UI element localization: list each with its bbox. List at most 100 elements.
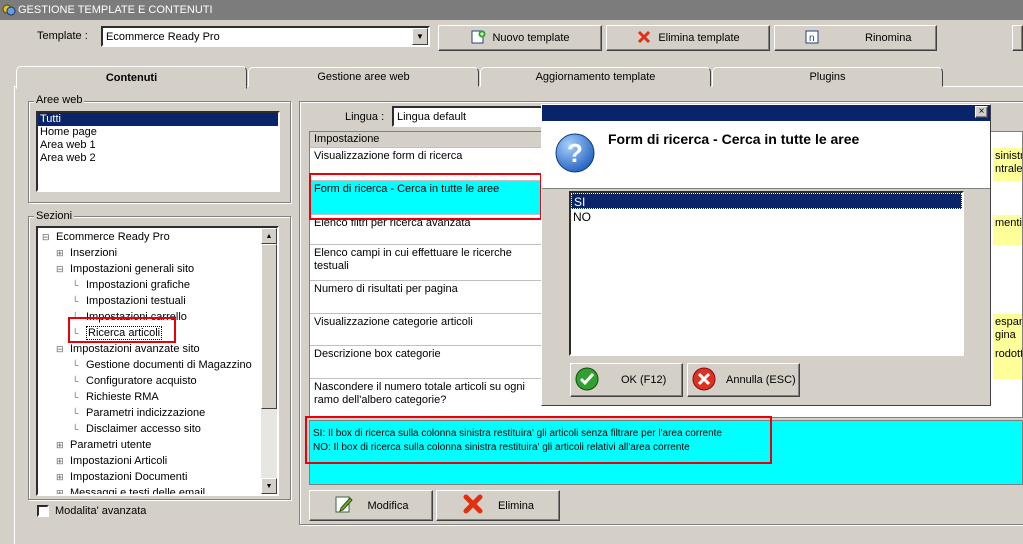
tree-node-label: Impostazioni generali sito	[70, 263, 195, 275]
tree-node[interactable]: ⊞ Messaggi e testi delle email	[38, 485, 261, 496]
tree-connector-icon: └	[72, 296, 79, 306]
tree-node[interactable]: ⊞ Inserzioni	[38, 245, 261, 261]
tab-aggiornamento-label: Aggiornamento template	[535, 71, 656, 83]
tree-node[interactable]: └ Configuratore acquisto	[38, 373, 261, 389]
tree-connector-icon: └	[72, 408, 79, 418]
collapse-icon[interactable]: ⊟	[56, 341, 70, 357]
dialog-titlebar: ×	[542, 105, 990, 121]
tree-node[interactable]: └ Disclaimer accesso sito	[38, 421, 261, 437]
scroll-down-icon[interactable]: ▼	[261, 478, 277, 494]
tree-node-label: Impostazioni testuali	[86, 295, 186, 307]
tree-node[interactable]: ⊟ Impostazioni avanzate sito	[38, 341, 261, 357]
tree-node[interactable]: └ Impostazioni grafiche	[38, 277, 261, 293]
list-item[interactable]: Tutti	[38, 113, 278, 126]
table-row[interactable]: Numero di risultati per pagina	[310, 281, 550, 314]
check-icon	[575, 367, 599, 394]
fragment-text: espand	[995, 316, 1022, 328]
tree-node-label: Parametri indicizzazione	[86, 407, 206, 419]
edit-button[interactable]: Modifica	[309, 490, 433, 521]
scroll-thumb[interactable]	[261, 244, 277, 409]
tree-node-label: Messaggi e testi delle email	[70, 487, 206, 496]
tree-node-label: Inserzioni	[70, 247, 118, 259]
tree-node[interactable]: ⊟ Ecommerce Ready Pro	[38, 229, 261, 245]
edit-pencil-icon	[334, 494, 354, 517]
lingua-select-value: Lingua default	[397, 110, 467, 123]
tree-node[interactable]: └ Impostazioni testuali	[38, 293, 261, 309]
tree-node[interactable]: ⊞ Parametri utente	[38, 437, 261, 453]
sezioni-tree[interactable]: ⊟ Ecommerce Ready Pro ⊞ Inserzioni ⊟ Impostaz…	[36, 226, 279, 496]
svg-text:n: n	[809, 33, 815, 44]
delete-template-button[interactable]: Elimina template	[606, 25, 770, 51]
chevron-down-icon[interactable]: ▼	[412, 28, 428, 45]
tab-contenuti[interactable]: Contenuti	[16, 66, 247, 89]
lingua-select[interactable]: Lingua default	[392, 106, 552, 127]
advanced-mode-checkbox[interactable]	[37, 505, 49, 517]
table-row[interactable]: Elenco campi in cui effettuare le ricerc…	[310, 245, 550, 281]
expand-icon[interactable]: ⊞	[56, 485, 70, 494]
fragment-text: ntrale	[995, 163, 1023, 175]
list-item[interactable]: Home page	[38, 126, 278, 139]
dialog-title: Form di ricerca - Cerca in tutte le aree	[608, 131, 860, 147]
tree-node[interactable]: └ Richieste RMA	[38, 389, 261, 405]
template-select[interactable]: Ecommerce Ready Pro ▼	[101, 26, 430, 47]
tree-node[interactable]: ⊟ Impostazioni generali sito	[38, 261, 261, 277]
tree-node[interactable]: └ Gestione documenti di Magazzino	[38, 357, 261, 373]
dialog-options-list[interactable]: SI NO	[569, 191, 964, 356]
delete-x-icon	[636, 29, 652, 48]
delete-button[interactable]: Elimina	[436, 490, 560, 521]
expand-icon[interactable]: ⊞	[56, 453, 70, 469]
window-title: GESTIONE TEMPLATE E CONTENUTI	[18, 4, 213, 16]
extra-button[interactable]	[1012, 25, 1023, 51]
app-icon	[2, 3, 16, 17]
tree-connector-icon: └	[72, 376, 79, 386]
expand-icon[interactable]: ⊞	[56, 245, 70, 261]
rename-label: Rinomina	[865, 32, 912, 44]
tree-node-label: Impostazioni avanzate sito	[70, 343, 200, 355]
scroll-up-icon[interactable]: ▲	[261, 228, 277, 244]
delete-label: Elimina	[497, 499, 535, 512]
aree-web-list[interactable]: Tutti Home page Area web 1 Area web 2	[36, 111, 280, 192]
table-row[interactable]: Descrizione box categorie	[310, 346, 550, 379]
template-label: Template :	[37, 30, 88, 42]
new-template-button[interactable]: Nuovo template	[438, 25, 602, 51]
list-item[interactable]: Area web 1	[38, 139, 278, 152]
grid-header[interactable]: Impostazione	[310, 132, 570, 148]
list-item[interactable]: Area web 2	[38, 152, 278, 165]
cancel-button[interactable]: Annulla (ESC)	[687, 363, 800, 397]
rename-icon: n	[805, 30, 819, 47]
tab-aggiornamento-template[interactable]: Aggiornamento template	[480, 67, 711, 87]
close-icon[interactable]: ×	[975, 106, 988, 118]
tree-connector-icon: └	[72, 360, 79, 370]
grid-value-fragment: espandgina	[993, 314, 1022, 346]
annotation-box-form	[309, 173, 542, 220]
new-document-icon	[470, 29, 486, 48]
expand-icon[interactable]: ⊞	[56, 437, 70, 453]
rename-button[interactable]: n Rinomina	[774, 25, 937, 51]
ok-button[interactable]: OK (F12)	[570, 363, 683, 397]
tree-connector-icon: └	[72, 392, 79, 402]
tree-node-label: Configuratore acquisto	[86, 375, 197, 387]
new-template-label: Nuovo template	[492, 32, 570, 44]
option-no[interactable]: NO	[571, 209, 962, 225]
tree-node[interactable]: ⊞ Impostazioni Documenti	[38, 469, 261, 485]
lingua-label: Lingua :	[345, 111, 385, 123]
collapse-icon[interactable]: ⊟	[56, 261, 70, 277]
grid-value-fragment: sinistrantrale	[993, 148, 1023, 181]
ok-label: OK (F12)	[621, 374, 667, 386]
template-select-value: Ecommerce Ready Pro	[106, 30, 220, 43]
tree-node-label: Impostazioni Articoli	[70, 455, 168, 467]
tree-node-label: Gestione documenti di Magazzino	[86, 359, 252, 371]
collapse-icon[interactable]: ⊟	[42, 229, 56, 245]
tab-gestione-aree-web[interactable]: Gestione aree web	[248, 67, 479, 87]
tree-node[interactable]: ⊞ Impostazioni Articoli	[38, 453, 261, 469]
tree-node[interactable]: └ Parametri indicizzazione	[38, 405, 261, 421]
fragment-text: gina	[995, 329, 1016, 341]
svg-text:?: ?	[567, 138, 583, 168]
choice-dialog: × ? Form di ricerca - Cerca in tutte le …	[541, 104, 991, 406]
table-row[interactable]: Nascondere il numero totale articoli su …	[310, 379, 550, 417]
tab-plugins[interactable]: Plugins	[712, 67, 943, 87]
expand-icon[interactable]: ⊞	[56, 469, 70, 485]
option-si[interactable]: SI	[571, 193, 962, 209]
table-row[interactable]: Visualizzazione categorie articoli	[310, 314, 550, 346]
tree-scrollbar[interactable]: ▲ ▼	[261, 228, 277, 494]
